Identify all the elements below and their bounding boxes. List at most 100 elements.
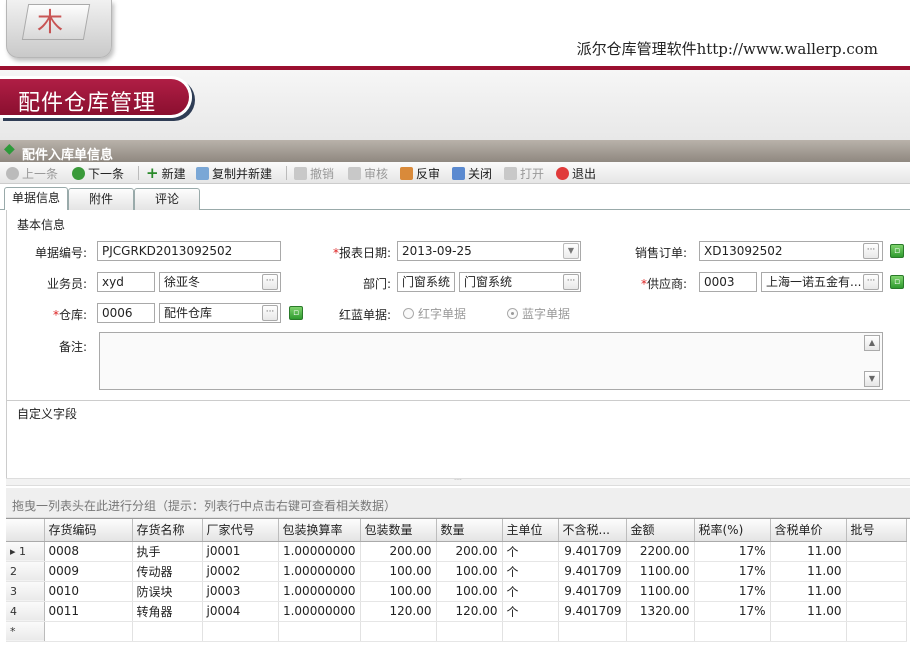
blue-doc-radio[interactable]: 蓝字单据 [507, 305, 570, 322]
table-row[interactable]: 4 0011 转角器 j0004 1.00000000 120.00 120.0… [6, 601, 907, 622]
empty-cell[interactable] [558, 621, 627, 642]
tab-comments[interactable]: 评论 [134, 188, 200, 210]
empty-cell[interactable] [202, 621, 279, 642]
cell-amount[interactable]: 1320.00 [626, 601, 695, 622]
cell-pack-qty[interactable]: 120.00 [360, 601, 437, 622]
cell-tax[interactable]: 17% [694, 601, 771, 622]
warehouse-lookup-button[interactable]: ··· [262, 305, 278, 321]
prev-button[interactable]: 上一条 [6, 165, 58, 181]
cell-code[interactable]: 0010 [44, 581, 133, 602]
new-row[interactable]: * [6, 621, 907, 642]
scroll-down-icon[interactable]: ▼ [864, 371, 880, 387]
clerk-code-field[interactable]: xyd [97, 272, 155, 292]
cell-price-ex[interactable]: 9.401709 [558, 581, 627, 602]
group-by-panel[interactable]: 拖曳一列表头在此进行分组（提示：列表行中点击右键可查看相关数据） [6, 488, 910, 518]
cell-price-inc[interactable]: 11.00 [770, 601, 847, 622]
cell-name[interactable]: 传动器 [132, 561, 203, 582]
col-header[interactable]: 厂家代号 [202, 519, 279, 542]
empty-cell[interactable] [846, 621, 907, 642]
cell-tax[interactable]: 17% [694, 561, 771, 582]
cell-qty[interactable]: 200.00 [436, 541, 503, 562]
empty-cell[interactable] [278, 621, 361, 642]
cell-name[interactable]: 执手 [132, 541, 203, 562]
cell-code[interactable]: 0009 [44, 561, 133, 582]
cell-vendor-code[interactable]: j0001 [202, 541, 279, 562]
cell-name[interactable]: 转角器 [132, 601, 203, 622]
tab-doc-info[interactable]: 单据信息 [4, 187, 68, 210]
cell-amount[interactable]: 2200.00 [626, 541, 695, 562]
cell-name[interactable]: 防误块 [132, 581, 203, 602]
empty-cell[interactable] [626, 621, 695, 642]
exit-button[interactable]: 退出 [556, 165, 596, 181]
cell-code[interactable]: 0008 [44, 541, 133, 562]
copy-new-button[interactable]: 复制并新建 [196, 165, 272, 181]
table-row[interactable]: 2 0009 传动器 j0002 1.00000000 100.00 100.0… [6, 561, 907, 582]
col-header[interactable]: 存货名称 [132, 519, 203, 542]
cell-price-inc[interactable]: 11.00 [770, 581, 847, 602]
sales-order-field[interactable]: XD13092502 [699, 241, 883, 261]
cell-batch[interactable] [846, 541, 907, 562]
row-indicator[interactable]: 3 [6, 581, 45, 602]
tab-attachments[interactable]: 附件 [68, 188, 134, 210]
empty-cell[interactable] [770, 621, 847, 642]
dept-lookup-button[interactable]: ··· [563, 274, 579, 290]
next-button[interactable]: 下一条 [72, 165, 124, 181]
memo-field[interactable]: ▲ ▼ [99, 332, 883, 390]
table-row[interactable]: ▸ 1 0008 执手 j0001 1.00000000 200.00 200.… [6, 541, 907, 562]
cell-amount[interactable]: 1100.00 [626, 561, 695, 582]
cell-pack-rate[interactable]: 1.00000000 [278, 541, 361, 562]
col-header[interactable]: 包装换算率 [278, 519, 361, 542]
col-header[interactable]: 包装数量 [360, 519, 437, 542]
cell-pack-qty[interactable]: 200.00 [360, 541, 437, 562]
cell-qty[interactable]: 100.00 [436, 561, 503, 582]
supplier-search-icon[interactable]: ▫ [890, 275, 904, 289]
report-date-field[interactable]: 2013-09-25 [397, 241, 581, 261]
date-dropdown-icon[interactable]: ▼ [563, 243, 579, 259]
cell-amount[interactable]: 1100.00 [626, 581, 695, 602]
empty-cell[interactable] [436, 621, 503, 642]
splitter-handle[interactable]: ···· [6, 478, 910, 486]
col-header[interactable]: 含税单价 [770, 519, 847, 542]
cell-price-ex[interactable]: 9.401709 [558, 601, 627, 622]
col-header[interactable]: 金额 [626, 519, 695, 542]
empty-cell[interactable] [502, 621, 559, 642]
col-header[interactable]: 批号 [846, 519, 907, 542]
warehouse-search-icon[interactable]: ▫ [289, 306, 303, 320]
col-header[interactable]: 主单位 [502, 519, 559, 542]
clerk-lookup-button[interactable]: ··· [262, 274, 278, 290]
undo-button[interactable]: 撤销 [294, 165, 334, 181]
col-header[interactable]: 税率(%) [694, 519, 771, 542]
supplier-lookup-button[interactable]: ··· [863, 274, 879, 290]
cell-batch[interactable] [846, 601, 907, 622]
col-header[interactable]: 存货编码 [44, 519, 133, 542]
supplier-code-field[interactable]: 0003 [699, 272, 757, 292]
warehouse-code-field[interactable]: 0006 [97, 303, 155, 323]
empty-cell[interactable] [44, 621, 133, 642]
cell-pack-qty[interactable]: 100.00 [360, 581, 437, 602]
cell-pack-rate[interactable]: 1.00000000 [278, 581, 361, 602]
empty-cell[interactable] [132, 621, 203, 642]
scroll-up-icon[interactable]: ▲ [864, 335, 880, 351]
table-row[interactable]: 3 0010 防误块 j0003 1.00000000 100.00 100.0… [6, 581, 907, 602]
new-button[interactable]: + 新建 [146, 164, 186, 182]
cell-tax[interactable]: 17% [694, 581, 771, 602]
cell-batch[interactable] [846, 561, 907, 582]
open-doc-button[interactable]: 打开 [504, 165, 544, 181]
row-indicator[interactable]: 2 [6, 561, 45, 582]
col-header[interactable]: 不含税... [558, 519, 627, 542]
col-header[interactable]: 数量 [436, 519, 503, 542]
cell-pack-rate[interactable]: 1.00000000 [278, 601, 361, 622]
unaudit-button[interactable]: 反审 [400, 165, 440, 181]
cell-unit[interactable]: 个 [502, 581, 559, 602]
sales-order-search-icon[interactable]: ▫ [890, 244, 904, 258]
cell-price-ex[interactable]: 9.401709 [558, 541, 627, 562]
cell-unit[interactable]: 个 [502, 601, 559, 622]
sales-order-lookup-button[interactable]: ··· [863, 243, 879, 259]
cell-price-inc[interactable]: 11.00 [770, 561, 847, 582]
dept-code-field[interactable]: 门窗系统 [397, 272, 455, 292]
cell-qty[interactable]: 100.00 [436, 581, 503, 602]
cell-pack-rate[interactable]: 1.00000000 [278, 561, 361, 582]
new-row-indicator[interactable]: * [6, 621, 45, 642]
empty-cell[interactable] [360, 621, 437, 642]
empty-cell[interactable] [694, 621, 771, 642]
